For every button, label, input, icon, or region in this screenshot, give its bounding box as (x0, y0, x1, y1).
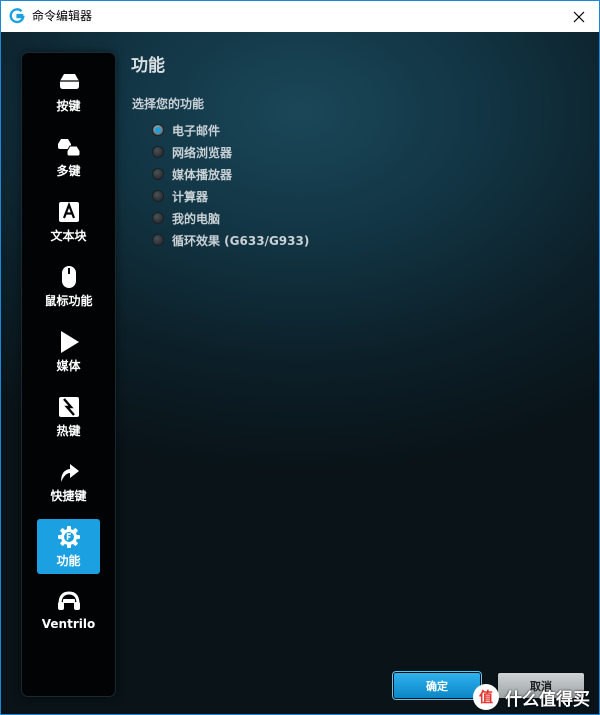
title-bar: 命令编辑器 (1, 1, 599, 32)
function-gear-icon (56, 524, 82, 550)
headset-icon (56, 589, 82, 615)
function-options: 电子邮件 网络浏览器 媒体播放器 计算器 我的电脑 循环效果 (G633/G93… (152, 119, 309, 251)
radio-button[interactable] (152, 168, 164, 180)
sidebar-item-keystroke[interactable]: 按键 (37, 64, 100, 119)
option-label: 计算器 (172, 189, 209, 204)
sidebar-item-multikey[interactable]: 多键 (37, 129, 100, 184)
command-editor-window: 命令编辑器 按键 多键 文本块 鼠标功能 媒体 热键 快捷键 功能 Ventri… (0, 0, 600, 715)
option-media-player[interactable]: 媒体播放器 (152, 163, 309, 185)
option-label: 电子邮件 (172, 123, 221, 138)
sidebar-item-hotkey[interactable]: 热键 (37, 389, 100, 444)
logitech-g-logo-icon (9, 8, 25, 24)
sidebar-item-ventrilo[interactable]: Ventrilo (37, 584, 100, 639)
sidebar-item-shortcut[interactable]: 快捷键 (37, 454, 100, 509)
watermark-badge: 值 (473, 684, 499, 710)
sidebar-item-label: 功能 (56, 554, 81, 568)
multikey-icon (56, 134, 82, 160)
window-title: 命令编辑器 (32, 9, 93, 23)
option-calculator[interactable]: 计算器 (152, 185, 309, 207)
radio-button[interactable] (152, 146, 164, 158)
text-block-icon (56, 199, 82, 225)
watermark: 值 什么值得买 (473, 684, 590, 710)
sidebar-item-label: 鼠标功能 (44, 294, 93, 308)
ok-button[interactable]: 确定 (394, 673, 480, 698)
radio-button[interactable] (152, 234, 164, 246)
option-label: 循环效果 (G633/G933) (172, 233, 310, 248)
function-group-label: 选择您的功能 (132, 97, 205, 111)
shortcut-arrow-icon (56, 459, 82, 485)
option-cycle-effects[interactable]: 循环效果 (G633/G933) (152, 229, 309, 251)
close-icon (573, 11, 585, 22)
sidebar-item-text-block[interactable]: 文本块 (37, 194, 100, 249)
close-button[interactable] (559, 1, 599, 32)
sidebar-item-function[interactable]: 功能 (37, 519, 100, 574)
sidebar-item-label: 多键 (56, 164, 81, 178)
option-email[interactable]: 电子邮件 (152, 119, 309, 141)
radio-button[interactable] (152, 212, 164, 224)
key-icon (56, 69, 82, 95)
option-my-computer[interactable]: 我的电脑 (152, 207, 309, 229)
watermark-text: 什么值得买 (505, 689, 590, 710)
option-label: 我的电脑 (172, 211, 221, 226)
radio-button[interactable] (152, 124, 164, 136)
radio-button[interactable] (152, 190, 164, 202)
hotkey-icon (56, 394, 82, 420)
sidebar-item-label: 媒体 (56, 359, 81, 373)
sidebar-item-label: 热键 (56, 424, 81, 438)
section-title: 功能 (131, 56, 165, 76)
sidebar-item-label: 快捷键 (50, 489, 87, 503)
sidebar-item-label: Ventrilo (41, 617, 96, 631)
sidebar-item-media[interactable]: 媒体 (37, 324, 100, 379)
play-icon (56, 329, 82, 355)
option-label: 网络浏览器 (172, 145, 233, 160)
mouse-icon (56, 264, 82, 290)
command-type-sidebar: 按键 多键 文本块 鼠标功能 媒体 热键 快捷键 功能 Ventrilo (22, 53, 115, 696)
editor-content: 按键 多键 文本块 鼠标功能 媒体 热键 快捷键 功能 Ventrilo 功能 … (1, 32, 599, 714)
sidebar-item-label: 按键 (56, 99, 81, 113)
sidebar-item-mouse-function[interactable]: 鼠标功能 (37, 259, 100, 314)
option-web-browser[interactable]: 网络浏览器 (152, 141, 309, 163)
option-label: 媒体播放器 (172, 167, 233, 182)
sidebar-item-label: 文本块 (50, 229, 87, 243)
